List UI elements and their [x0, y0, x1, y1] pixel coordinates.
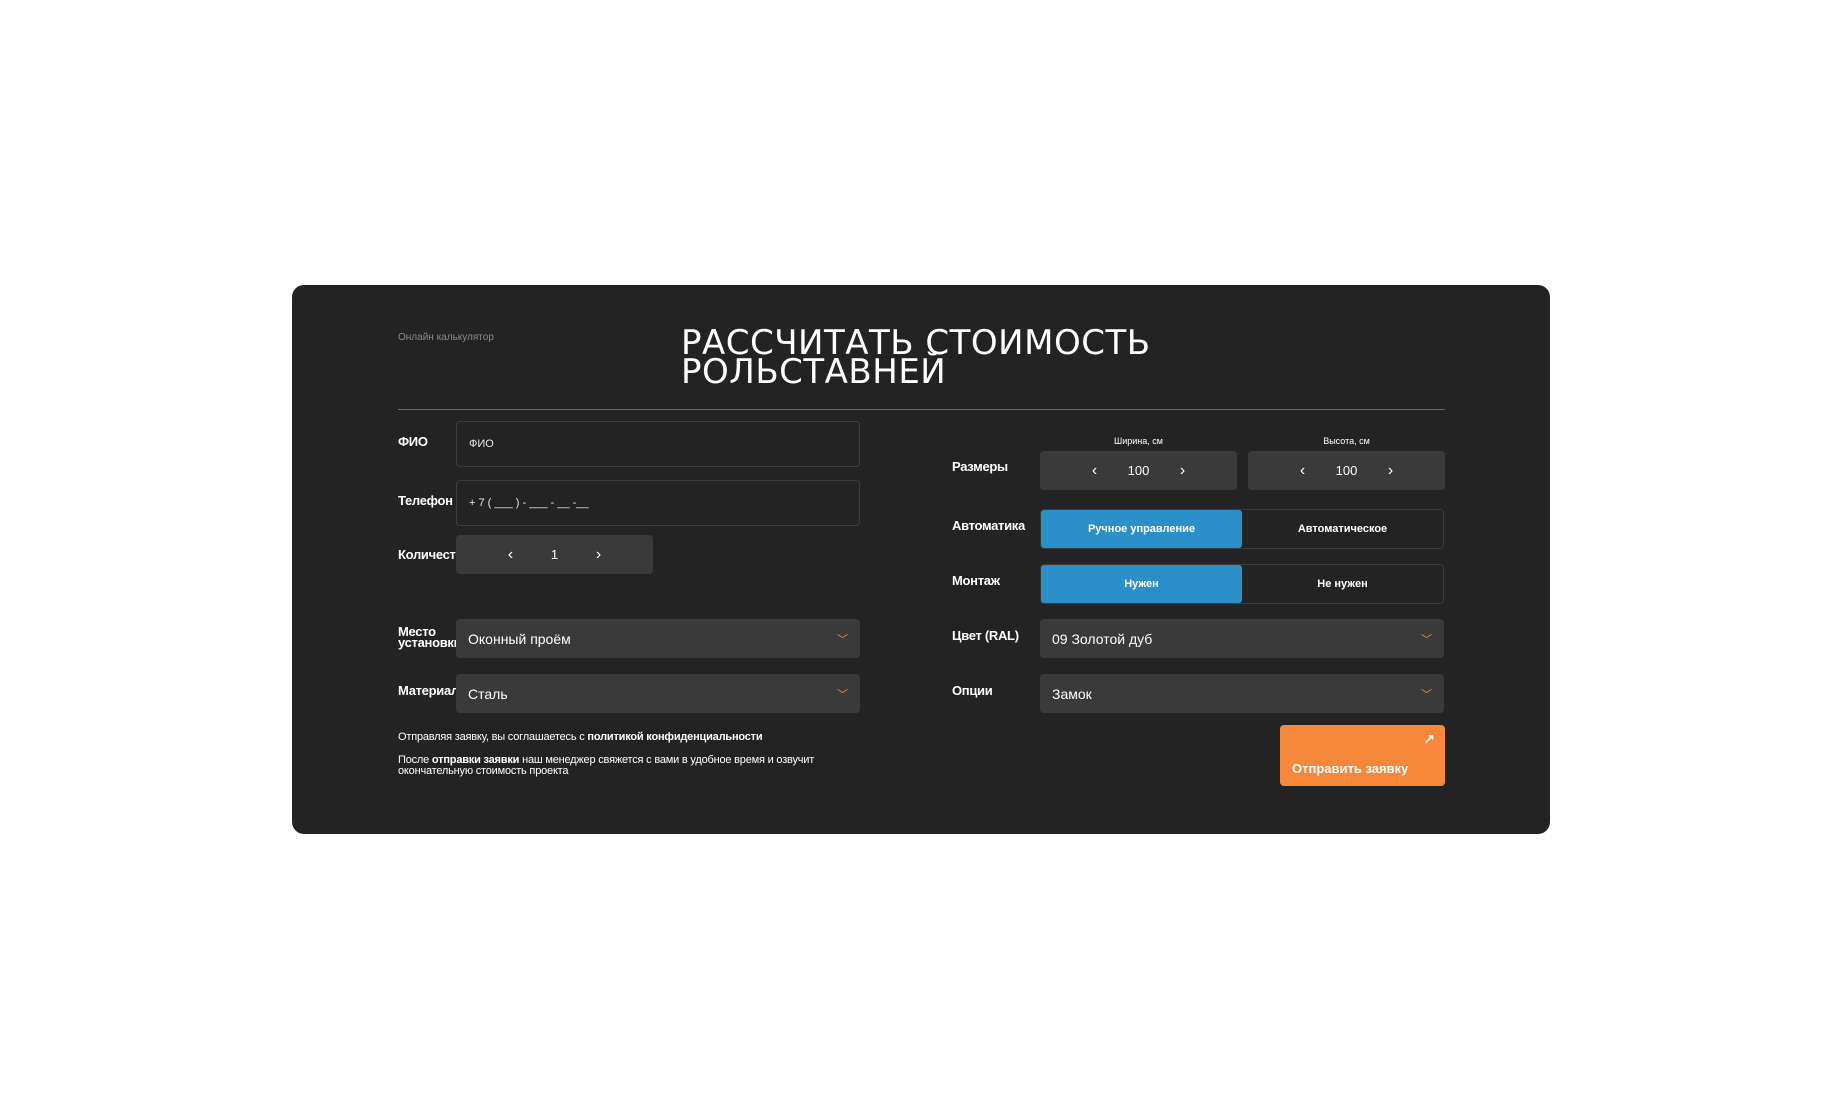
- width-decrement-icon[interactable]: ‹: [1075, 451, 1115, 490]
- color-select-value: 09 Золотой дуб: [1052, 630, 1153, 647]
- color-select[interactable]: 09 Золотой дуб ﹀: [1040, 619, 1444, 658]
- chevron-down-icon: ﹀: [837, 633, 848, 646]
- material-select[interactable]: Сталь ﹀: [456, 674, 860, 713]
- mounting-option-not-needed[interactable]: Не нужен: [1242, 565, 1443, 603]
- consent-text: Отправляя заявку, вы соглашаетесь с поли…: [398, 731, 763, 743]
- location-label: Место установки: [398, 625, 462, 650]
- submit-button[interactable]: ↗ Отправить заявку: [1280, 725, 1445, 786]
- options-label: Опции: [952, 683, 993, 698]
- submit-button-label: Отправить заявку: [1292, 761, 1409, 776]
- automation-option-automatic[interactable]: Автоматическое: [1242, 510, 1443, 548]
- mounting-option-needed[interactable]: Нужен: [1041, 565, 1242, 603]
- width-label: Ширина, см: [1114, 436, 1163, 446]
- options-select-value: Замок: [1052, 685, 1092, 702]
- title-divider: [398, 409, 1445, 410]
- sizes-label: Размеры: [952, 459, 1008, 474]
- location-select[interactable]: Оконный проём ﹀: [456, 619, 860, 658]
- consent-prefix: Отправляя заявку, вы соглашаетесь с: [398, 731, 588, 743]
- height-value: 100: [1335, 463, 1358, 478]
- height-decrement-icon[interactable]: ‹: [1283, 451, 1323, 490]
- color-label: Цвет (RAL): [952, 628, 1019, 643]
- phone-input[interactable]: [456, 480, 860, 526]
- calculator-card: Онлайн калькулятор РАССЧИТАТЬ СТОИМОСТЬ …: [292, 285, 1550, 834]
- fio-label: ФИО: [398, 434, 428, 449]
- quantity-increment-icon[interactable]: ›: [579, 535, 619, 574]
- chevron-down-icon: ﹀: [837, 688, 848, 701]
- height-stepper: ‹ 100 ›: [1248, 451, 1445, 490]
- mounting-toggle: Нужен Не нужен: [1040, 564, 1444, 604]
- material-select-value: Сталь: [468, 685, 508, 702]
- width-increment-icon[interactable]: ›: [1163, 451, 1203, 490]
- automation-label: Автоматика: [952, 518, 1025, 533]
- material-label: Материал: [398, 683, 459, 698]
- submit-note: После отправки заявки наш менеджер свяже…: [398, 755, 858, 777]
- height-label: Высота, см: [1323, 436, 1370, 446]
- chevron-down-icon: ﹀: [1421, 633, 1432, 646]
- privacy-policy-link[interactable]: политикой конфиденциальности: [587, 731, 762, 743]
- options-select[interactable]: Замок ﹀: [1040, 674, 1444, 713]
- chevron-down-icon: ﹀: [1421, 688, 1432, 701]
- quantity-stepper: ‹ 1 ›: [456, 535, 653, 574]
- eyebrow-label: Онлайн калькулятор: [398, 332, 494, 343]
- arrow-up-right-icon: ↗: [1423, 731, 1435, 747]
- width-value: 100: [1127, 463, 1150, 478]
- height-increment-icon[interactable]: ›: [1371, 451, 1411, 490]
- location-label-line-2: установки: [398, 635, 462, 650]
- page-title: РАССЧИТАТЬ СТОИМОСТЬ РОЛЬСТАВНЕЙ: [681, 326, 1151, 389]
- automation-option-manual[interactable]: Ручное управление: [1041, 510, 1242, 548]
- quantity-decrement-icon[interactable]: ‹: [491, 535, 531, 574]
- mounting-label: Монтаж: [952, 573, 1000, 588]
- phone-label: Телефон: [398, 493, 453, 508]
- width-stepper: ‹ 100 ›: [1040, 451, 1237, 490]
- fio-input[interactable]: [456, 421, 860, 467]
- quantity-value: 1: [550, 547, 559, 562]
- location-select-value: Оконный проём: [468, 630, 571, 647]
- automation-toggle: Ручное управление Автоматическое: [1040, 509, 1444, 549]
